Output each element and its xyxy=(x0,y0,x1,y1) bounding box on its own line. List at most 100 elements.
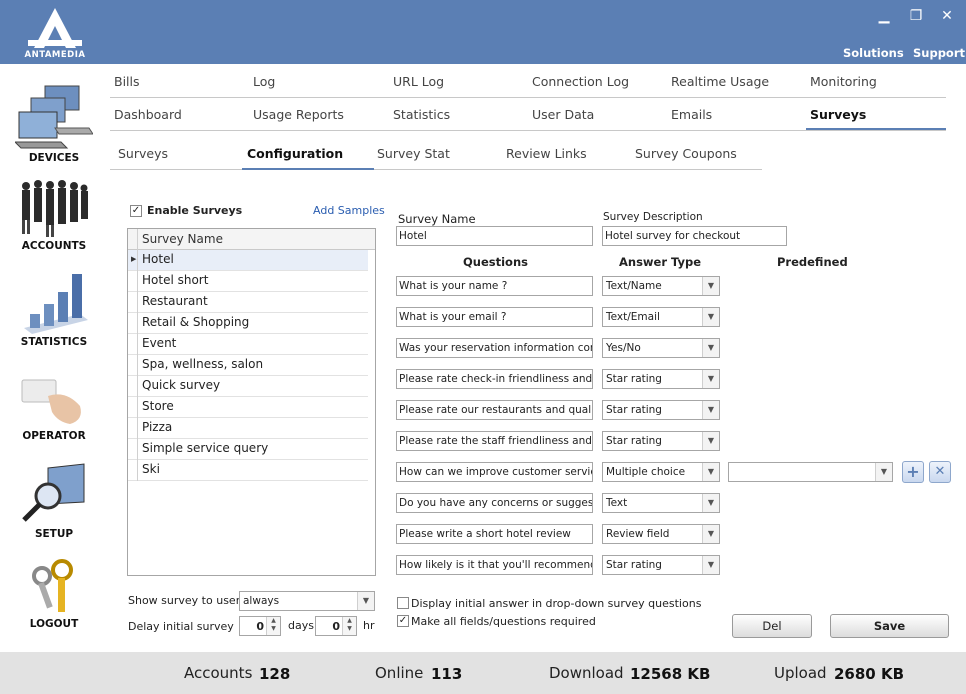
sidebar-label-setup: SETUP xyxy=(34,528,74,540)
nav-realtime-usage[interactable]: Realtime Usage xyxy=(671,74,769,89)
solutions-link[interactable]: Solutions xyxy=(843,46,904,60)
nav-url-log[interactable]: URL Log xyxy=(393,74,444,89)
delay-hours-stepper[interactable]: 0 ▲ ▼ xyxy=(315,616,357,636)
title-bar: ANTAMEDIA ▁ ❐ ✕ Solutions Support xyxy=(0,0,966,64)
show-survey-value: always xyxy=(243,595,280,607)
sidebar-item-logout[interactable]: LOGOUT xyxy=(0,558,108,630)
nav-log[interactable]: Log xyxy=(253,74,275,89)
nav-statistics[interactable]: Statistics xyxy=(393,107,450,122)
survey-list: Survey Name ▶ Hotel Hotel short Restaura… xyxy=(127,228,376,576)
enable-surveys-label: Enable Surveys xyxy=(147,204,243,217)
nav-connection-log[interactable]: Connection Log xyxy=(532,74,629,89)
question-input[interactable]: Please rate check-in friendliness and ef… xyxy=(396,369,593,389)
survey-row-pizza[interactable]: Pizza xyxy=(128,418,368,439)
survey-row-hotel-short[interactable]: Hotel short xyxy=(128,271,368,292)
question-input[interactable]: How likely is it that you'll recommend o… xyxy=(396,555,593,575)
question-input[interactable]: Please rate our restaurants and quality … xyxy=(396,400,593,420)
nav-monitoring[interactable]: Monitoring xyxy=(810,74,877,89)
question-input[interactable]: What is your name ? xyxy=(396,276,593,296)
tab-configuration[interactable]: Configuration xyxy=(247,146,343,161)
answer-type-select[interactable]: Review field ▼ xyxy=(602,524,720,544)
survey-row-store[interactable]: Store xyxy=(128,397,368,418)
delay-days-value: 0 xyxy=(256,620,264,633)
sidebar-label-operator: OPERATOR xyxy=(22,430,86,442)
survey-description-input[interactable]: Hotel survey for checkout xyxy=(602,226,787,246)
days-label: days xyxy=(288,619,314,632)
delay-days-stepper[interactable]: 0 ▲ ▼ xyxy=(239,616,281,636)
chevron-down-icon: ▼ xyxy=(702,370,719,388)
answer-type-select[interactable]: Star rating ▼ xyxy=(602,431,720,451)
nav-bills[interactable]: Bills xyxy=(114,74,140,89)
chevron-down-icon: ▼ xyxy=(702,308,719,326)
chevron-down-icon: ▼ xyxy=(702,401,719,419)
answer-type-select[interactable]: Text/Email ▼ xyxy=(602,307,720,327)
keys-icon xyxy=(32,559,73,612)
chevron-down-icon: ▼ xyxy=(702,556,719,574)
online-count-label: Online xyxy=(375,664,424,682)
answer-type-select[interactable]: Star rating ▼ xyxy=(602,369,720,389)
online-count-value: 113 xyxy=(431,665,463,683)
question-input[interactable]: Please write a short hotel review xyxy=(396,524,593,544)
survey-row-ski[interactable]: Ski xyxy=(128,460,368,481)
answer-type-value: Star rating xyxy=(606,559,662,571)
sidebar-item-statistics[interactable]: STATISTICS xyxy=(0,270,108,348)
question-input[interactable]: How can we improve customer service ? xyxy=(396,462,593,482)
display-initial-answer-checkbox[interactable] xyxy=(397,597,409,609)
survey-row-event[interactable]: Event xyxy=(128,334,368,355)
survey-row-label: Simple service query xyxy=(142,441,269,455)
support-link[interactable]: Support xyxy=(913,46,965,60)
survey-row-spa[interactable]: Spa, wellness, salon xyxy=(128,355,368,376)
save-button[interactable]: Save xyxy=(830,614,949,638)
sidebar-item-operator[interactable]: OPERATOR xyxy=(0,376,108,442)
answer-type-value: Text/Email xyxy=(606,311,660,323)
survey-row-restaurant[interactable]: Restaurant xyxy=(128,292,368,313)
nav-dashboard[interactable]: Dashboard xyxy=(114,107,182,122)
chevron-down-icon: ▼ xyxy=(875,463,892,481)
survey-name-input[interactable]: Hotel xyxy=(396,226,593,246)
sidebar-item-setup[interactable]: SETUP xyxy=(0,462,108,540)
sidebar-item-devices[interactable]: DEVICES xyxy=(0,84,108,164)
restore-icon[interactable]: ❐ xyxy=(906,8,926,24)
survey-row-label: Restaurant xyxy=(142,294,208,308)
nav-emails[interactable]: Emails xyxy=(671,107,712,122)
tab-review-links[interactable]: Review Links xyxy=(506,146,587,161)
minimize-icon[interactable]: ▁ xyxy=(874,8,894,24)
nav-user-data[interactable]: User Data xyxy=(532,107,594,122)
answer-type-select[interactable]: Star rating ▼ xyxy=(602,555,720,575)
remove-option-button[interactable]: ✕ xyxy=(929,461,951,483)
tab-survey-coupons[interactable]: Survey Coupons xyxy=(635,146,737,161)
main-nav-row-1: Bills Log URL Log Connection Log Realtim… xyxy=(110,66,946,98)
answer-type-select[interactable]: Text/Name ▼ xyxy=(602,276,720,296)
survey-row-simple-service[interactable]: Simple service query xyxy=(128,439,368,460)
delay-survey-label: Delay initial survey xyxy=(128,620,234,633)
tab-survey-stat[interactable]: Survey Stat xyxy=(377,146,450,161)
question-input[interactable]: Was your reservation information correct… xyxy=(396,338,593,358)
answer-type-select[interactable]: Text ▼ xyxy=(602,493,720,513)
close-icon[interactable]: ✕ xyxy=(937,8,957,24)
sidebar-item-accounts[interactable]: ACCOUNTS xyxy=(0,178,108,252)
question-input[interactable]: What is your email ? xyxy=(396,307,593,327)
enable-surveys-checkbox[interactable]: ✓ xyxy=(130,205,142,217)
main-nav-row-2: Dashboard Usage Reports Statistics User … xyxy=(110,99,946,131)
answer-type-select[interactable]: Multiple choice ▼ xyxy=(602,462,720,482)
nav-surveys[interactable]: Surveys xyxy=(810,107,866,122)
answer-type-select[interactable]: Yes/No ▼ xyxy=(602,338,720,358)
question-input[interactable]: Please rate the staff friendliness and p… xyxy=(396,431,593,451)
make-required-checkbox[interactable]: ✓ xyxy=(397,615,409,627)
show-survey-select[interactable]: always ▼ xyxy=(239,591,375,611)
survey-row-retail-shopping[interactable]: Retail & Shopping xyxy=(128,313,368,334)
question-input[interactable]: Do you have any concerns or suggestions? xyxy=(396,493,593,513)
predefined-select[interactable]: ▼ xyxy=(728,462,893,482)
tab-surveys[interactable]: Surveys xyxy=(118,146,168,161)
delete-button[interactable]: Del xyxy=(732,614,812,638)
answer-type-value: Text xyxy=(606,497,628,509)
answer-type-select[interactable]: Star rating ▼ xyxy=(602,400,720,420)
survey-row-hotel[interactable]: ▶ Hotel xyxy=(128,250,368,271)
nav-usage-reports[interactable]: Usage Reports xyxy=(253,107,344,122)
survey-row-quick[interactable]: Quick survey xyxy=(128,376,368,397)
add-samples-link[interactable]: Add Samples xyxy=(313,204,385,217)
stepper-arrows-icon[interactable]: ▲ ▼ xyxy=(266,617,280,635)
add-option-button[interactable]: + xyxy=(902,461,924,483)
stepper-arrows-icon[interactable]: ▲ ▼ xyxy=(342,617,356,635)
sidebar-label-statistics: STATISTICS xyxy=(20,336,88,348)
